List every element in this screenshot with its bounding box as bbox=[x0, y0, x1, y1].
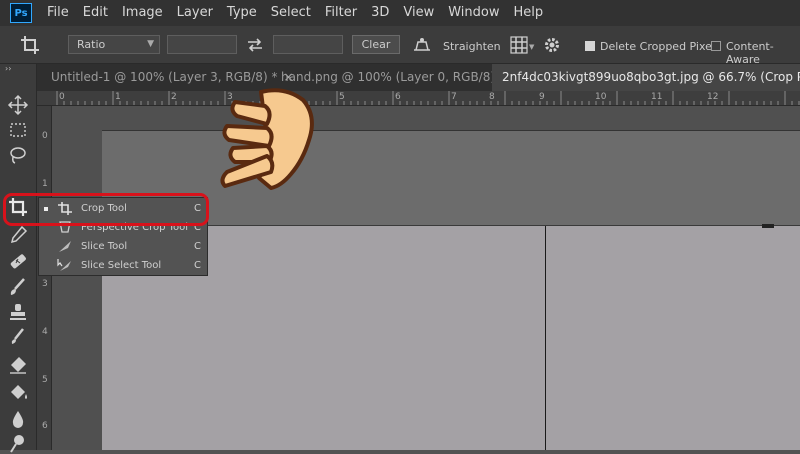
document-tab-bar: Untitled-1 @ 100% (Layer 3, RGB/8) * × ha… bbox=[37, 64, 800, 91]
slice-select-icon bbox=[57, 259, 71, 271]
ratio-select[interactable]: Ratio ▼ bbox=[68, 35, 160, 54]
menu-type[interactable]: Type bbox=[220, 0, 264, 26]
slice-icon bbox=[59, 241, 71, 252]
grid-overlay-icon[interactable] bbox=[510, 36, 528, 54]
flyout-item-slice-tool[interactable]: Slice Tool C bbox=[39, 237, 207, 256]
ruler-label: 10 bbox=[595, 92, 607, 102]
ruler-label: 0 bbox=[42, 131, 48, 141]
menu-filter[interactable]: Filter bbox=[318, 0, 364, 26]
ruler-label: 4 bbox=[42, 327, 48, 337]
clone-stamp-icon[interactable] bbox=[6, 301, 30, 323]
blur-icon[interactable] bbox=[6, 408, 30, 430]
paint-bucket-icon[interactable] bbox=[6, 382, 30, 404]
ruler-label: 6 bbox=[42, 421, 48, 431]
menu-edit[interactable]: Edit bbox=[76, 0, 115, 26]
ratio-value: Ratio bbox=[77, 38, 106, 51]
tools-panel: ›› bbox=[0, 64, 37, 453]
eyedropper-icon[interactable] bbox=[6, 224, 30, 246]
content-aware-checkbox[interactable] bbox=[711, 41, 721, 51]
history-brush-icon[interactable] bbox=[6, 326, 30, 348]
ruler-label: 1 bbox=[115, 92, 121, 102]
menu-layer[interactable]: Layer bbox=[170, 0, 220, 26]
highlight-annotation bbox=[3, 193, 209, 226]
ruler-label: 1 bbox=[42, 179, 48, 189]
lasso-icon[interactable] bbox=[6, 144, 30, 166]
ruler-label: 3 bbox=[42, 279, 48, 289]
flyout-item-label: Slice Select Tool bbox=[81, 260, 162, 271]
ruler-label: 11 bbox=[651, 92, 663, 102]
flyout-item-shortcut: C bbox=[194, 241, 201, 252]
ruler-label: 5 bbox=[339, 92, 345, 102]
ruler-label: 0 bbox=[59, 92, 65, 102]
marquee-icon[interactable] bbox=[6, 119, 30, 141]
photoshop-logo[interactable]: Ps bbox=[10, 3, 32, 23]
ruler-label: 9 bbox=[539, 92, 545, 102]
ruler-label: 5 bbox=[42, 375, 48, 385]
options-bar: Ratio ▼ Clear Straighten ▼ Delete Croppe… bbox=[0, 26, 800, 66]
menu-file[interactable]: File bbox=[40, 0, 76, 26]
menu-image[interactable]: Image bbox=[115, 0, 170, 26]
dodge-icon[interactable] bbox=[6, 432, 30, 454]
chevron-down-icon: ▼ bbox=[147, 39, 154, 49]
ruler-label: 6 bbox=[395, 92, 401, 102]
menu-view[interactable]: View bbox=[396, 0, 441, 26]
healing-brush-icon[interactable] bbox=[6, 250, 30, 272]
menu-select[interactable]: Select bbox=[264, 0, 318, 26]
menu-window[interactable]: Window bbox=[441, 0, 506, 26]
ratio-height-field[interactable] bbox=[273, 35, 343, 54]
flyout-item-shortcut: C bbox=[194, 260, 201, 271]
ruler-horizontal-ticks bbox=[56, 91, 800, 105]
crop-icon[interactable] bbox=[20, 35, 40, 55]
straighten-label[interactable]: Straighten bbox=[443, 40, 501, 53]
ratio-width-field[interactable] bbox=[167, 35, 237, 54]
ruler-vertical: 0 1 2 3 4 5 6 bbox=[37, 106, 52, 450]
delete-cropped-checkbox[interactable] bbox=[585, 41, 595, 51]
ruler-label: 8 bbox=[489, 92, 495, 102]
brush-icon[interactable] bbox=[6, 276, 30, 298]
ruler-label: 2 bbox=[171, 92, 177, 102]
overlay-chevron-icon[interactable]: ▼ bbox=[529, 43, 534, 51]
eraser-icon[interactable] bbox=[6, 354, 30, 376]
tab-active-document[interactable]: 2nf4dc03kivgt899uo8qbo3gt.jpg @ 66.7% (C… bbox=[492, 64, 800, 91]
flyout-item-slice-select-tool[interactable]: Slice Select Tool C bbox=[39, 256, 207, 275]
content-aware-label[interactable]: Content-Aware bbox=[726, 40, 800, 66]
crop-guide-line bbox=[545, 226, 546, 450]
ruler-label: 12 bbox=[707, 92, 719, 102]
panel-collapse-icon[interactable]: ›› bbox=[5, 64, 11, 73]
menu-help[interactable]: Help bbox=[507, 0, 551, 26]
crop-handle[interactable] bbox=[762, 224, 774, 228]
menu-bar: Ps File Edit Image Layer Type Select Fil… bbox=[0, 0, 800, 26]
gear-icon[interactable] bbox=[543, 36, 561, 54]
swap-arrows-icon[interactable] bbox=[246, 37, 264, 53]
ruler-label: 7 bbox=[451, 92, 457, 102]
menu-3d[interactable]: 3D bbox=[364, 0, 396, 26]
tab-label: 2nf4dc03kivgt899uo8qbo3gt.jpg @ 66.7% (C… bbox=[502, 70, 800, 84]
clear-button[interactable]: Clear bbox=[352, 35, 400, 54]
move-icon[interactable] bbox=[6, 94, 30, 116]
delete-cropped-label[interactable]: Delete Cropped Pixels bbox=[600, 40, 721, 53]
straighten-icon[interactable] bbox=[412, 36, 432, 54]
ruler-horizontal: 0 1 2 3 4 5 6 7 8 9 10 11 12 bbox=[37, 91, 800, 106]
flyout-item-label: Slice Tool bbox=[81, 241, 128, 252]
pointing-hand-icon bbox=[220, 88, 314, 190]
